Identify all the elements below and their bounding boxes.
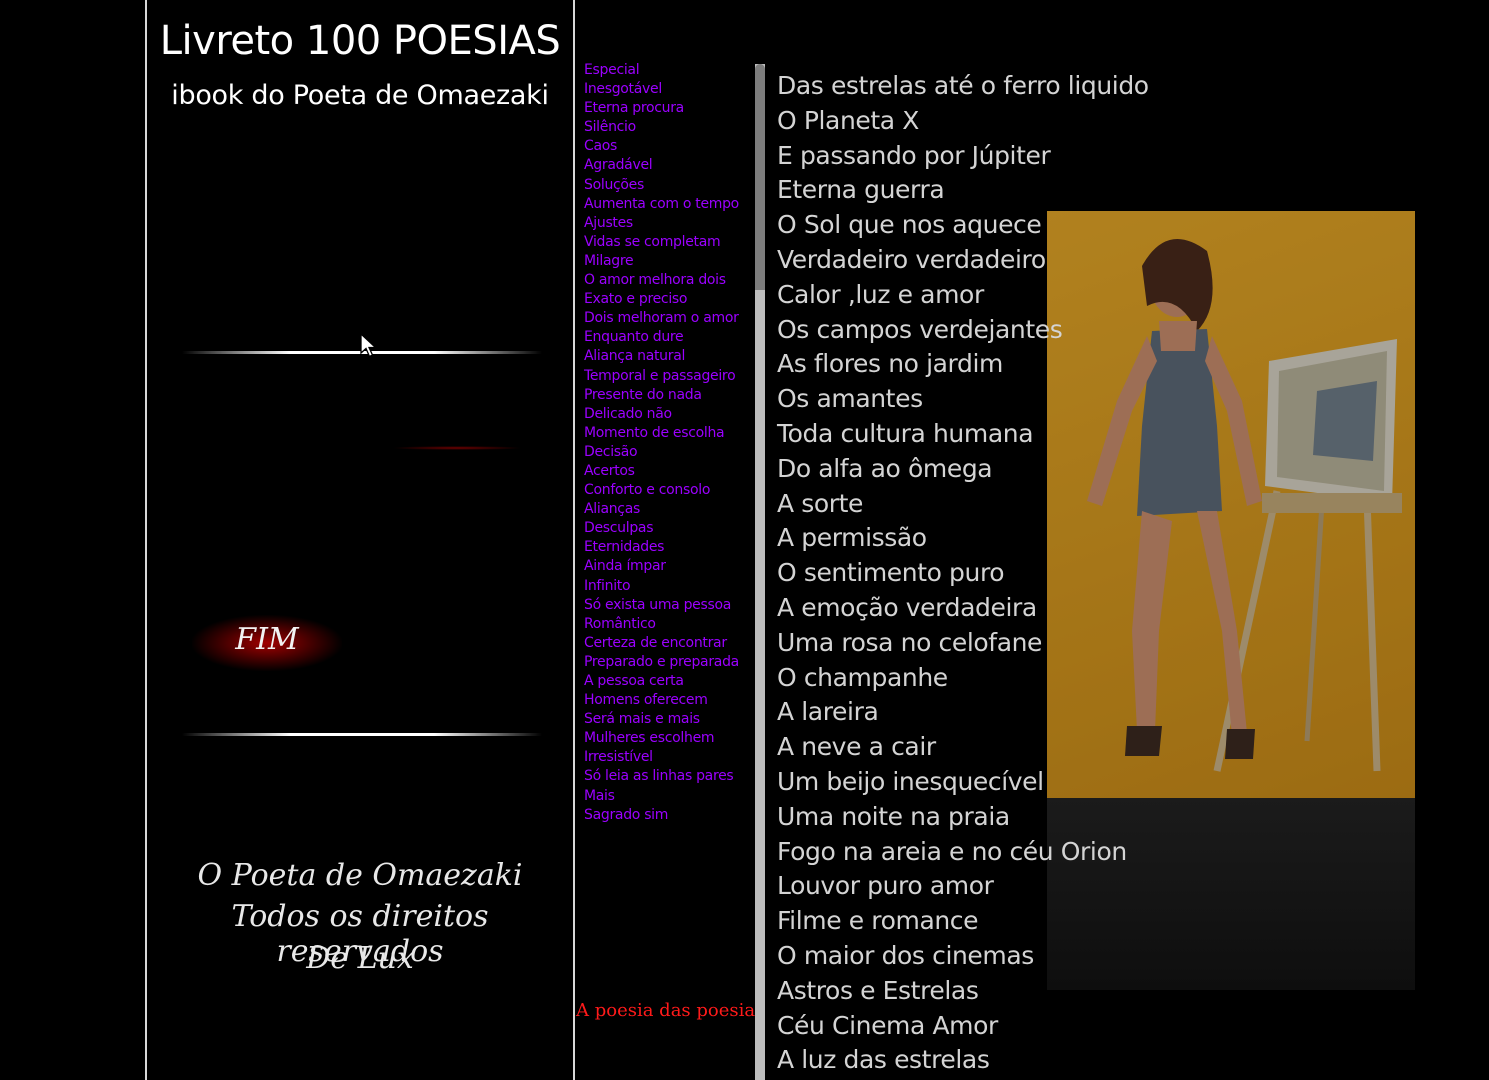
poem-line: A emoção verdadeira (777, 592, 1037, 622)
poem-index: Especial Inesgotável Eterna procura Silê… (584, 61, 754, 825)
poem-link[interactable]: Enquanto dure (584, 328, 754, 347)
poem-line: A permissão (777, 523, 927, 553)
poem-link[interactable]: Desculpas (584, 519, 754, 538)
poem-line: Astros e Estrelas (777, 975, 979, 1005)
poem-line: Verdadeiro verdadeiro (777, 244, 1046, 274)
poem-link[interactable]: Sagrado sim (584, 806, 754, 825)
page: Livreto 100 POESIAS ibook do Poeta de Om… (0, 0, 1489, 1080)
poem-link[interactable]: Caos (584, 137, 754, 156)
poem-link[interactable]: Infinito (584, 577, 754, 596)
poem-link[interactable]: Irresistível (584, 748, 754, 767)
poem-line: O sentimento puro (777, 558, 1005, 588)
poem-line: E passando por Júpiter (777, 140, 1051, 170)
poem-link[interactable]: Delicado não (584, 405, 754, 424)
poem-line: Filme e romance (777, 906, 979, 936)
poem-link[interactable]: Ainda ímpar (584, 557, 754, 576)
poem-line: A sorte (777, 488, 864, 518)
poem-link[interactable]: Mulheres escolhem (584, 729, 754, 748)
poem-line: A neve a cair (777, 732, 936, 762)
poem-link[interactable]: Exato e preciso (584, 290, 754, 309)
poem-link[interactable]: Momento de escolha (584, 424, 754, 443)
poem-link[interactable]: Aliança natural (584, 347, 754, 366)
poem-line: Uma noite na praia (777, 801, 1010, 831)
poem-line: O champanhe (777, 662, 948, 692)
poem-link[interactable]: Preparado e preparada (584, 653, 754, 672)
poem-link[interactable]: Especial (584, 61, 754, 80)
poem-link[interactable]: Soluções (584, 176, 754, 195)
poem-line: O Planeta X (777, 105, 919, 135)
poem-line: Uma rosa no celofane (777, 627, 1043, 657)
publisher-line: De Lux (306, 941, 414, 976)
poem-link[interactable]: Será mais e mais (584, 710, 754, 729)
red-streak (392, 446, 522, 450)
mouse-pointer-icon (360, 333, 378, 358)
author-line: O Poeta de Omaezaki (197, 858, 523, 893)
poem-link[interactable]: Conforto e consolo (584, 481, 754, 500)
poem-line: Céu Cinema Amor (777, 1010, 998, 1040)
poem-line: Os amantes (777, 384, 923, 414)
poem-link[interactable]: Milagre (584, 252, 754, 271)
poem-link[interactable]: Ajustes (584, 214, 754, 233)
poem-line: Do alfa ao ômega (777, 453, 993, 483)
poem-line: Das estrelas até o ferro liquido (777, 71, 1149, 100)
poem-link[interactable]: Presente do nada (584, 386, 754, 405)
cover-panel: Livreto 100 POESIAS ibook do Poeta de Om… (145, 0, 575, 1080)
poem-link[interactable]: Acertos (584, 462, 754, 481)
poem-link[interactable]: Decisão (584, 443, 754, 462)
poem-link[interactable]: Eterna procura (584, 99, 754, 118)
scrollbar-thumb[interactable] (755, 64, 765, 290)
poem-line: Calor ,luz e amor (777, 279, 984, 309)
poem-link[interactable]: Agradável (584, 156, 754, 175)
poem-link[interactable]: Eternidades (584, 538, 754, 557)
poem-link[interactable]: Inesgotável (584, 80, 754, 99)
poem-link[interactable]: Certeza de encontrar (584, 634, 754, 653)
poem-link[interactable]: O amor melhora dois (584, 271, 754, 290)
poem-line: Fogo na areia e no céu Orion (777, 836, 1127, 866)
poem-link[interactable]: Silêncio (584, 118, 754, 137)
poem-line: Toda cultura humana (777, 418, 1034, 448)
divider-bottom (182, 733, 542, 736)
poem-link[interactable]: Dois melhoram o amor (584, 309, 754, 328)
poem-line: Louvor puro amor (777, 871, 994, 901)
poem-link[interactable]: Alianças (584, 500, 754, 519)
featured-poem-link[interactable]: A poesia das poesias (576, 1000, 764, 1021)
poem-line: As flores no jardim (777, 349, 1003, 379)
poem-link[interactable]: Homens oferecem (584, 691, 754, 710)
book-subtitle: ibook do Poeta de Omaezaki (171, 80, 549, 111)
poem-link[interactable]: Temporal e passageiro (584, 367, 754, 386)
poem-line: Os campos verdejantes (777, 314, 1063, 344)
poem-line: O Sol que nos aquece (777, 210, 1042, 240)
poem-line: Um beijo inesquecível (777, 766, 1044, 796)
poem-link[interactable]: Romântico (584, 615, 754, 634)
poem-link[interactable]: Só exista uma pessoa (584, 596, 754, 615)
poem-line: O maior dos cinemas (777, 940, 1034, 970)
poem-link[interactable]: Mais (584, 787, 754, 806)
poem-line: A luz das estrelas (777, 1045, 990, 1075)
book-title: Livreto 100 POESIAS (159, 18, 561, 64)
poem-link[interactable]: A pessoa certa (584, 672, 754, 691)
poem-text: Das estrelas até o ferro liquido O Plane… (777, 68, 1149, 1077)
poem-link[interactable]: Só leia as linhas pares (584, 767, 754, 786)
poem-line: Eterna guerra (777, 175, 945, 205)
poem-link[interactable]: Vidas se completam (584, 233, 754, 252)
fim-label: FIM (235, 622, 299, 657)
poem-link[interactable]: Aumenta com o tempo (584, 195, 754, 214)
poem-line: A lareira (777, 697, 879, 727)
